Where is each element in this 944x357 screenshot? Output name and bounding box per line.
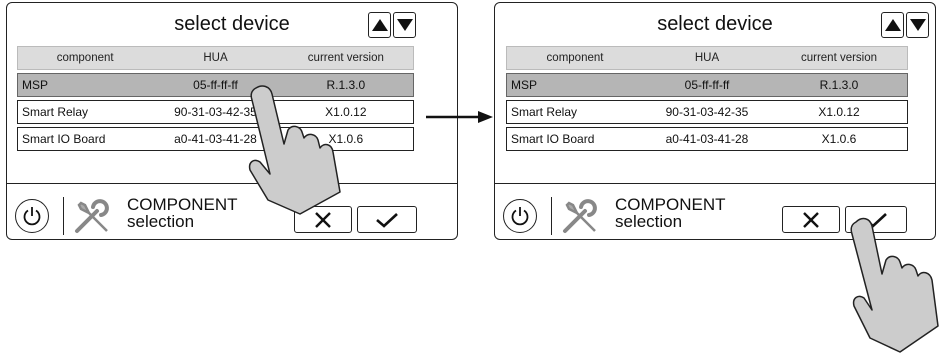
footer-label-line2: selection (615, 212, 683, 231)
wrench-screwdriver-icon (563, 199, 597, 233)
cell-hua: 90-31-03-42-35 (665, 105, 749, 119)
footer-label-line1: COMPONENT (615, 195, 726, 214)
triangle-down-icon (909, 19, 926, 31)
footer-label-line2: selection (127, 212, 195, 231)
wrench-screwdriver-icon (75, 199, 109, 233)
cell-component: MSP (22, 78, 49, 92)
pointing-hand-icon (850, 217, 939, 353)
column-header-version: current version (800, 52, 878, 64)
column-header-component: component (546, 52, 604, 64)
device-table: component HUA current version MSP 05-ff-… (506, 46, 908, 151)
cell-component: Smart IO Board (511, 132, 595, 146)
table-row-msp[interactable]: MSP 05-ff-ff-ff R.1.3.0 (506, 73, 908, 97)
cell-component: Smart Relay (22, 105, 89, 119)
footer-separator (551, 197, 552, 235)
checkmark-icon (376, 212, 398, 228)
x-icon (803, 211, 819, 228)
triangle-up-icon (884, 19, 901, 31)
triangle-up-icon (371, 19, 388, 31)
column-header-hua: HUA (203, 52, 228, 64)
cell-component: Smart Relay (511, 105, 578, 119)
footer-divider (7, 183, 457, 184)
table-header: component HUA current version (17, 46, 414, 70)
scroll-buttons (881, 12, 929, 38)
cell-version: X1.0.12 (818, 105, 860, 119)
power-button[interactable] (503, 199, 537, 233)
column-header-version: current version (307, 52, 384, 64)
cell-version: R.1.3.0 (819, 78, 859, 92)
column-header-component: component (56, 52, 114, 64)
power-icon (23, 207, 41, 226)
cell-hua: a0-41-03-41-28 (665, 132, 749, 146)
cell-hua: 05-ff-ff-ff (684, 78, 730, 92)
footer-divider (495, 183, 935, 184)
table-header: component HUA current version (506, 46, 908, 70)
table-row-smart-io-board[interactable]: Smart IO Board a0-41-03-41-28 X1.0.6 (506, 127, 908, 151)
cell-version: X1.0.6 (821, 132, 857, 146)
scroll-buttons (368, 12, 416, 38)
pointing-hand-icon (248, 85, 341, 215)
cancel-button[interactable] (782, 206, 840, 233)
scroll-up-button[interactable] (368, 12, 391, 38)
screen-after: select device component HUA current vers… (494, 2, 936, 240)
triangle-down-icon (396, 19, 413, 31)
scroll-up-button[interactable] (881, 12, 904, 38)
scroll-down-button[interactable] (906, 12, 929, 38)
power-icon (511, 207, 529, 226)
table-row-smart-relay[interactable]: Smart Relay 90-31-03-42-35 X1.0.12 (506, 100, 908, 124)
power-button[interactable] (15, 199, 49, 233)
screen-before: select device component HUA current vers… (6, 2, 458, 240)
confirm-button[interactable] (357, 206, 417, 233)
footer-label-line1: COMPONENT (127, 195, 238, 214)
footer-label: COMPONENT selection (615, 196, 726, 230)
right-arrow-icon (426, 111, 493, 123)
footer-label: COMPONENT selection (127, 196, 238, 230)
column-header-hua: HUA (694, 52, 720, 64)
footer-separator (63, 197, 64, 235)
cell-component: Smart IO Board (22, 132, 106, 146)
scroll-down-button[interactable] (393, 12, 416, 38)
screen-title: select device (657, 13, 773, 35)
cell-component: MSP (511, 78, 538, 92)
